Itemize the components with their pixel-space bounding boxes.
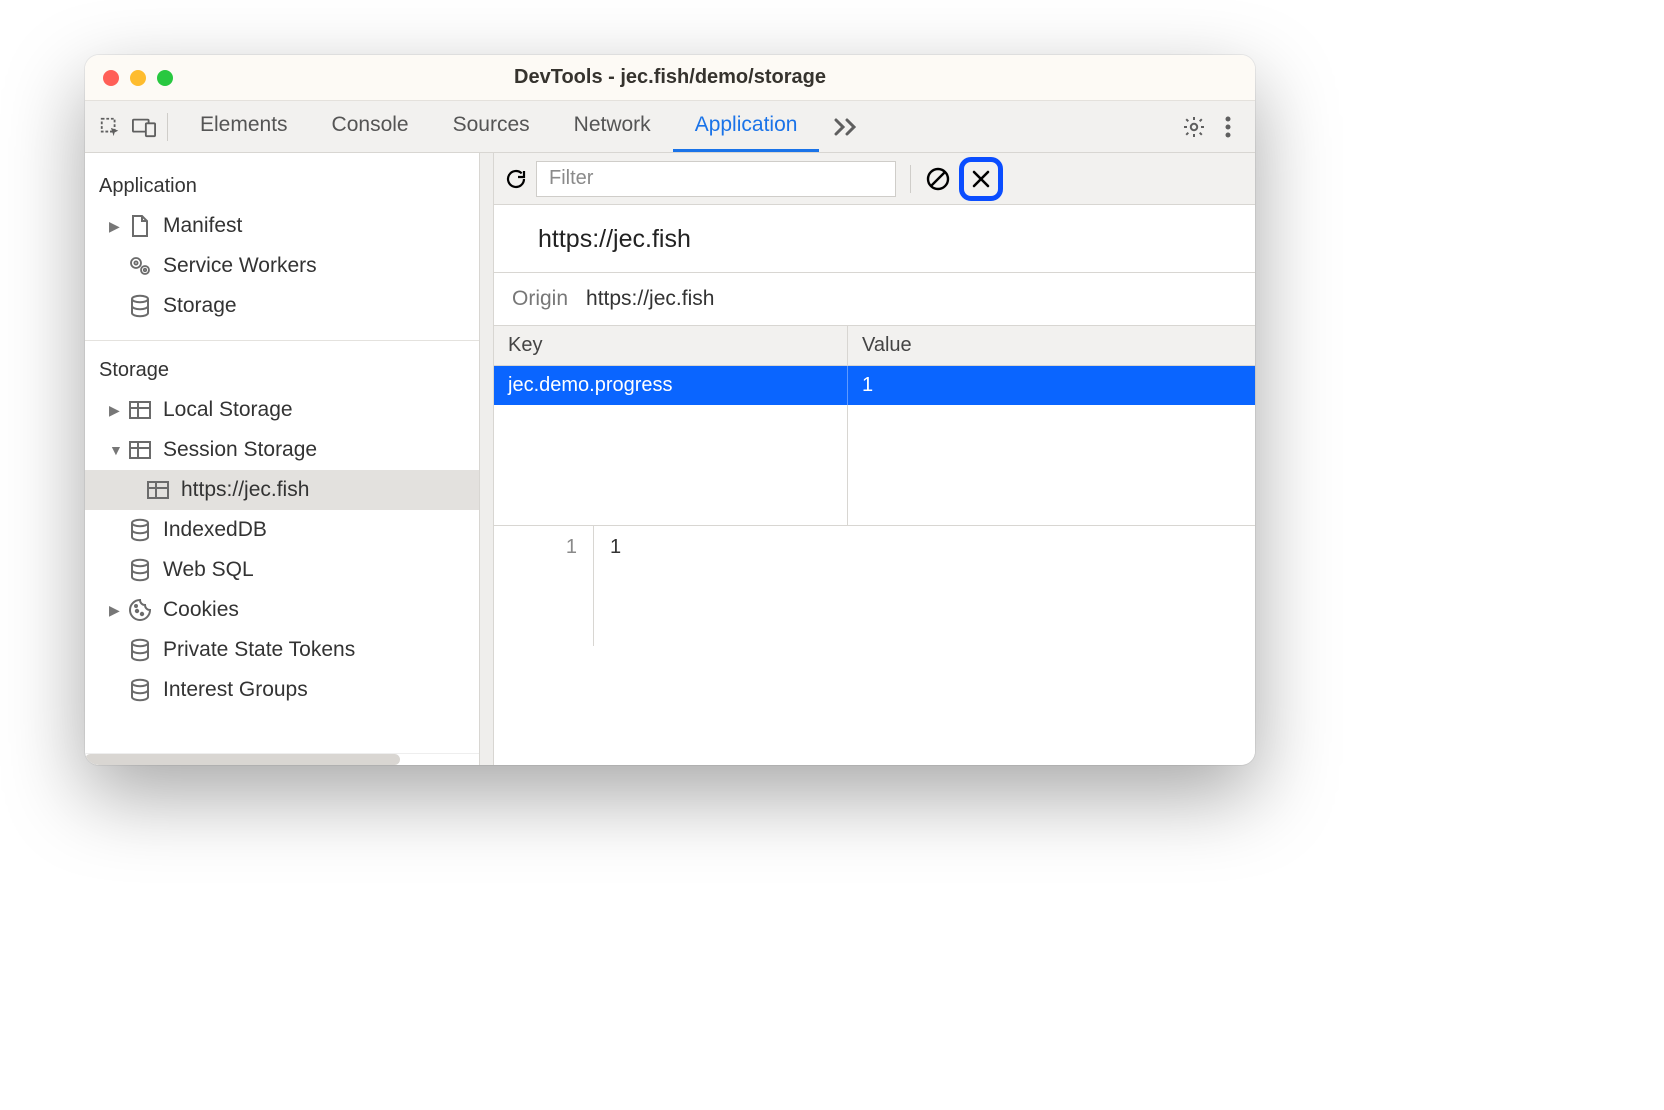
horizontal-scrollbar[interactable] <box>85 753 479 765</box>
origin-value: https://jec.fish <box>586 287 714 311</box>
label: Private State Tokens <box>163 638 355 662</box>
refresh-icon[interactable] <box>504 167 528 191</box>
top-toolbar: Elements Console Sources Network Applica… <box>85 101 1255 153</box>
content-toolbar <box>494 153 1255 205</box>
cell-value: 1 <box>848 366 1255 405</box>
sidebar-item-session-origin[interactable]: https://jec.fish <box>85 470 479 510</box>
label: Session Storage <box>163 438 317 462</box>
table-header: Key Value <box>494 326 1255 366</box>
close-window-button[interactable] <box>103 70 119 86</box>
cell-key: jec.demo.progress <box>494 366 848 405</box>
chevron-right-icon: ▶ <box>109 602 125 619</box>
value-viewer: 1 1 <box>494 526 1255 646</box>
sidebar-item-cookies[interactable]: ▶ Cookies <box>85 590 479 630</box>
table-empty-area[interactable] <box>494 405 1255 525</box>
document-icon <box>127 213 153 239</box>
database-icon <box>127 557 153 583</box>
label: Service Workers <box>163 254 317 278</box>
tab-network[interactable]: Network <box>552 101 673 152</box>
label: Storage <box>163 294 237 318</box>
tab-console[interactable]: Console <box>310 101 431 152</box>
sidebar-item-service-workers[interactable]: Service Workers <box>85 246 479 286</box>
database-icon <box>127 517 153 543</box>
tab-application[interactable]: Application <box>673 101 820 152</box>
chevron-right-icon: ▶ <box>109 218 125 235</box>
kebab-menu-icon[interactable] <box>1211 110 1245 144</box>
database-icon <box>127 637 153 663</box>
header-key[interactable]: Key <box>494 326 848 365</box>
table-icon <box>127 437 153 463</box>
panel-tabs: Elements Console Sources Network Applica… <box>178 101 819 152</box>
sidebar-item-storage[interactable]: Storage <box>85 286 479 326</box>
table-icon <box>145 477 171 503</box>
sidebar: Application ▶ Manifest <box>85 153 480 765</box>
line-number: 1 <box>494 526 594 646</box>
gears-icon <box>127 253 153 279</box>
content-pane: https://jec.fish Origin https://jec.fish… <box>494 153 1255 765</box>
tab-elements[interactable]: Elements <box>178 101 310 152</box>
section-storage: Storage <box>85 353 479 390</box>
sidebar-item-local-storage[interactable]: ▶ Local Storage <box>85 390 479 430</box>
sidebar-item-websql[interactable]: Web SQL <box>85 550 479 590</box>
storage-table: Key Value jec.demo.progress 1 <box>494 326 1255 526</box>
devtools-window: DevTools - jec.fish/demo/storage Element… <box>85 55 1255 765</box>
titlebar: DevTools - jec.fish/demo/storage <box>85 55 1255 101</box>
delete-selected-icon[interactable] <box>970 168 992 190</box>
database-icon <box>127 293 153 319</box>
more-tabs-icon[interactable] <box>829 110 863 144</box>
inspect-element-icon[interactable] <box>93 110 127 144</box>
device-toolbar-icon[interactable] <box>127 110 161 144</box>
clear-all-icon[interactable] <box>925 166 951 192</box>
header-value[interactable]: Value <box>848 326 1255 365</box>
cookie-icon <box>127 597 153 623</box>
sidebar-item-session-storage[interactable]: ▼ Session Storage <box>85 430 479 470</box>
delete-selected-highlight <box>959 157 1003 201</box>
database-icon <box>127 677 153 703</box>
window-title: DevTools - jec.fish/demo/storage <box>85 66 1255 89</box>
label: Local Storage <box>163 398 293 422</box>
origin-row: Origin https://jec.fish <box>494 273 1255 326</box>
maximize-window-button[interactable] <box>157 70 173 86</box>
chevron-down-icon: ▼ <box>109 442 125 458</box>
separator <box>167 113 168 141</box>
section-application: Application <box>85 169 479 206</box>
sidebar-item-interest-groups[interactable]: Interest Groups <box>85 670 479 710</box>
sidebar-item-indexeddb[interactable]: IndexedDB <box>85 510 479 550</box>
sidebar-item-manifest[interactable]: ▶ Manifest <box>85 206 479 246</box>
label: Manifest <box>163 214 242 238</box>
origin-label: Origin <box>512 287 568 311</box>
label: Cookies <box>163 598 239 622</box>
label: Web SQL <box>163 558 254 582</box>
splitter[interactable] <box>480 153 494 765</box>
table-icon <box>127 397 153 423</box>
minimize-window-button[interactable] <box>130 70 146 86</box>
traffic-lights <box>103 70 173 86</box>
separator <box>910 165 911 193</box>
filter-input[interactable] <box>536 161 896 197</box>
label: Interest Groups <box>163 678 308 702</box>
chevron-right-icon: ▶ <box>109 402 125 419</box>
sidebar-item-private-state-tokens[interactable]: Private State Tokens <box>85 630 479 670</box>
origin-title: https://jec.fish <box>494 205 1255 273</box>
label: https://jec.fish <box>181 478 309 502</box>
tab-sources[interactable]: Sources <box>431 101 552 152</box>
main-area: Application ▶ Manifest <box>85 153 1255 765</box>
table-row[interactable]: jec.demo.progress 1 <box>494 366 1255 405</box>
settings-icon[interactable] <box>1177 110 1211 144</box>
label: IndexedDB <box>163 518 267 542</box>
detail-value: 1 <box>594 526 637 646</box>
